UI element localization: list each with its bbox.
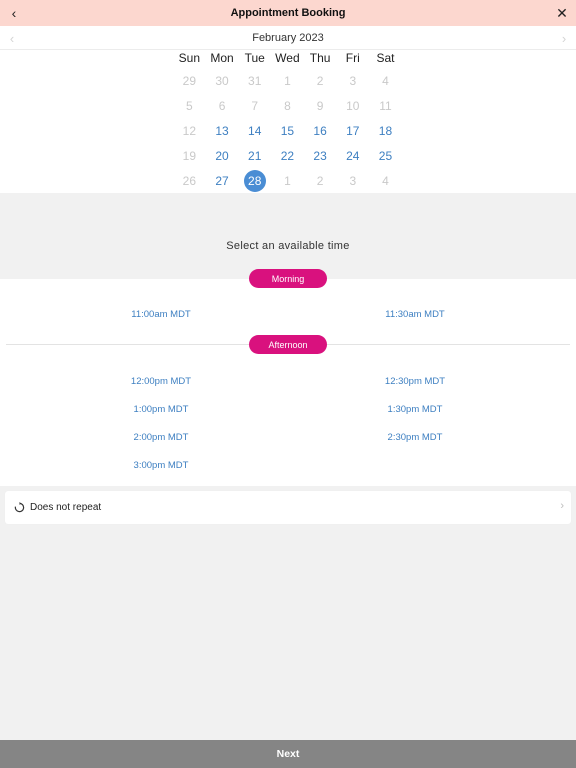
calendar-day: 12 [182,123,197,138]
time-slot[interactable]: 1:00pm MDT [86,404,236,415]
calendar-day: 2 [316,173,324,188]
calendar-week-row: 12 13 14 15 16 17 18 [173,119,402,144]
calendar-day: 31 [248,74,262,89]
time-slot[interactable]: 11:30am MDT [340,309,490,320]
next-month-icon[interactable]: › [556,28,572,48]
calendar-day[interactable]: 24 [336,144,369,168]
calendar-day: 8 [284,99,291,114]
weekday-label: Mon [210,51,234,65]
repeat-icon [13,502,25,514]
calendar-day[interactable]: 15 [271,119,304,143]
calendar: ‹ February 2023 › Sun Mon Tue Wed Thu Fr… [0,26,576,193]
header-bar: ‹ Appointment Booking ✕ [0,0,576,26]
selected-day-label: 28 [243,169,266,192]
page-title: Appointment Booking [230,7,346,19]
calendar-day: 10 [346,99,360,114]
calendar-week-row: 19 20 21 22 23 24 25 [173,143,402,168]
next-button[interactable]: Next [0,740,576,768]
calendar-day[interactable]: 21 [238,144,271,168]
chevron-right-icon: › [560,500,564,512]
time-slot[interactable]: 2:00pm MDT [86,432,236,443]
calendar-day: 7 [251,99,259,114]
time-slot[interactable]: 12:30pm MDT [340,376,490,387]
time-slot[interactable]: 11:00am MDT [86,309,236,320]
next-button-label: Next [276,748,300,760]
afternoon-badge: Afternoon [249,335,327,354]
time-prompt: Select an available time [226,240,350,252]
calendar-day[interactable]: 17 [336,119,369,143]
calendar-week-row: 29 30 31 1 2 3 4 [173,69,402,94]
prev-month-icon[interactable]: ‹ [4,28,20,48]
calendar-day[interactable]: 22 [271,144,304,168]
calendar-day: 6 [218,99,226,114]
calendar-day: 1 [284,74,291,89]
calendar-day: 11 [379,99,392,114]
calendar-day: 1 [284,173,291,188]
calendar-day[interactable]: 23 [304,144,337,168]
repeat-option-row[interactable]: Does not repeat › [5,491,571,524]
repeat-label: Does not repeat [30,502,102,513]
calendar-day[interactable]: 13 [206,119,239,143]
morning-badge: Morning [249,269,327,288]
calendar-week-row: 5 6 7 8 9 10 11 [173,94,402,119]
calendar-day: 9 [316,99,324,114]
month-bar: ‹ February 2023 › [0,26,576,50]
calendar-day: 19 [182,148,197,163]
calendar-day: 30 [215,74,229,89]
calendar-day: 29 [182,74,197,89]
calendar-day: 3 [349,173,357,188]
calendar-week-row: 26 27 28 1 2 3 4 [173,168,402,193]
time-slot[interactable]: 2:30pm MDT [340,432,490,443]
close-icon[interactable]: ✕ [554,3,570,23]
calendar-day[interactable]: 14 [238,119,271,143]
calendar-day: 4 [382,173,389,188]
calendar-day[interactable]: 20 [206,144,239,168]
selected-day[interactable]: 28 [238,169,271,193]
calendar-day: 3 [349,74,357,89]
time-slot[interactable]: 3:00pm MDT [86,460,236,471]
calendar-day: 2 [316,74,324,89]
day-grid: 29 30 31 1 2 3 4 5 6 7 8 9 10 11 12 13 14 15 16 17 18 19 20 21 2… [173,69,402,193]
calendar-day: 4 [382,74,389,89]
weekday-label: Wed [275,51,300,65]
weekday-label: Sun [178,51,201,65]
calendar-day[interactable]: 25 [369,144,402,168]
calendar-day: 5 [186,99,193,114]
weekday-header: Sun Mon Tue Wed Thu Fri Sat [173,51,402,65]
month-label: February 2023 [252,31,324,44]
calendar-day[interactable]: 27 [206,169,239,193]
time-slot[interactable]: 12:00pm MDT [86,376,236,387]
calendar-day: 26 [182,173,197,188]
time-slot[interactable]: 1:30pm MDT [340,404,490,415]
weekday-label: Thu [309,51,331,65]
weekday-label: Tue [244,51,265,65]
calendar-day[interactable]: 16 [304,119,337,143]
weekday-label: Sat [376,51,395,65]
time-slots-panel: Morning 11:00am MDT 11:30am MDT Afternoo… [0,269,576,486]
calendar-day[interactable]: 18 [369,119,402,143]
chevron-left-icon[interactable]: ‹ [6,3,22,23]
weekday-label: Fri [345,51,360,65]
